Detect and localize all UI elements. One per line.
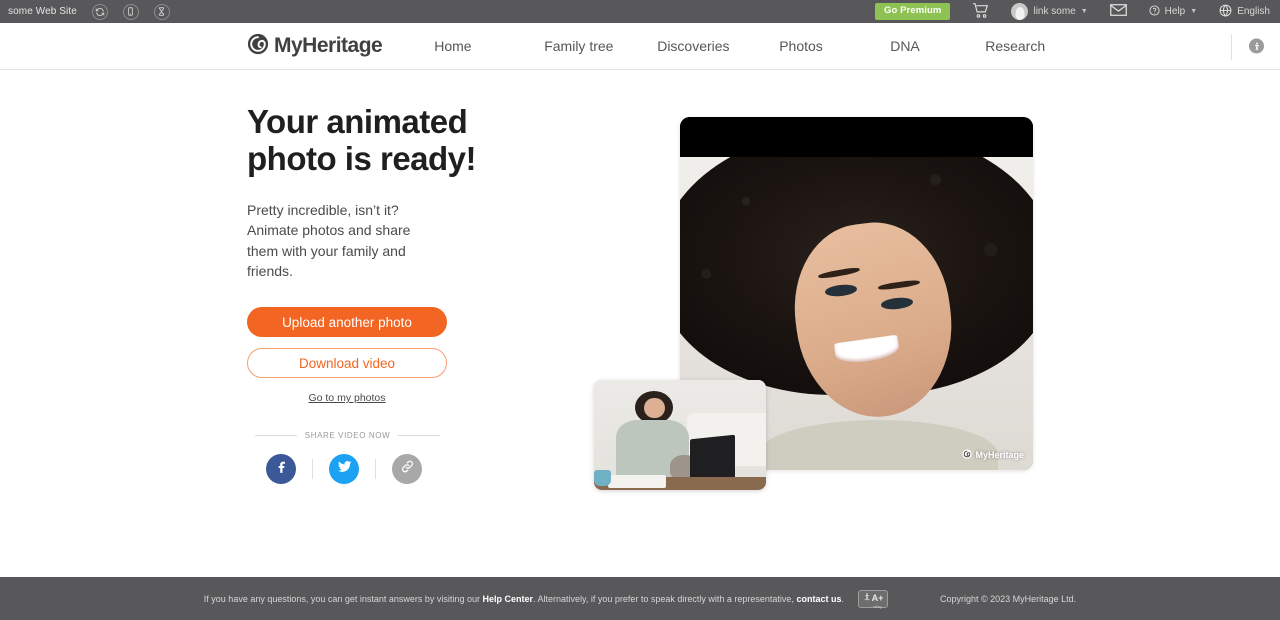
divider-left	[255, 435, 297, 437]
accessibility-person-icon	[863, 590, 871, 608]
myheritage-watermark-icon	[962, 449, 973, 461]
left-column: Your animated photo is ready! Pretty inc…	[247, 103, 477, 485]
video-watermark: MyHeritage	[962, 449, 1024, 461]
help-menu[interactable]: Help ▼	[1149, 4, 1198, 19]
share-divider	[312, 459, 313, 480]
shopping-cart-icon	[972, 2, 989, 21]
browser-utility-bar: some Web Site Go Premium link some ▼ Hel…	[0, 0, 1280, 23]
accessibility-icon[interactable]	[1249, 38, 1264, 54]
video-letterbox-bar	[680, 117, 1033, 157]
nav-divider	[1231, 34, 1232, 60]
main-content: Your animated photo is ready! Pretty inc…	[0, 70, 1280, 577]
language-label: English	[1237, 6, 1270, 17]
nav-links: Home Family tree Discoveries Photos DNA …	[434, 38, 1045, 54]
nav-link-dna[interactable]: DNA	[890, 38, 985, 54]
help-center-link[interactable]: Help Center	[482, 594, 533, 604]
badge-sublabel: rating	[873, 604, 882, 609]
watermark-label: MyHeritage	[975, 450, 1024, 460]
shopping-cart-button[interactable]	[972, 2, 989, 21]
share-section-header: SHARE VIDEO NOW	[255, 431, 441, 441]
thumbnail-notebook	[607, 474, 667, 488]
go-to-my-photos-link[interactable]: Go to my photos	[247, 392, 447, 404]
download-video-button[interactable]: Download video	[247, 348, 447, 379]
device-icon[interactable]	[122, 3, 139, 20]
thumbnail-illustration	[594, 380, 766, 490]
share-divider	[375, 459, 376, 480]
brand-name: MyHeritage	[274, 34, 383, 57]
headline-line-2: photo is ready!	[247, 139, 477, 177]
badge-plus: +	[878, 592, 884, 603]
copyright-text: Copyright © 2023 MyHeritage Ltd.	[939, 593, 1077, 604]
envelope-icon	[1109, 4, 1127, 19]
headline-line-1: Your animated	[247, 103, 468, 140]
nav-link-home[interactable]: Home	[434, 38, 544, 54]
question-circle-icon	[1149, 4, 1160, 19]
copy-link-button[interactable]	[392, 454, 422, 485]
source-photo-thumbnail[interactable]	[594, 380, 766, 490]
help-label: Help	[1164, 6, 1186, 17]
subcopy-text: Pretty incredible, isn’t it? Animate pho…	[247, 201, 411, 279]
facebook-icon	[273, 458, 290, 480]
refresh-icon[interactable]	[91, 3, 108, 20]
link-icon	[400, 459, 415, 479]
language-menu[interactable]: English	[1219, 4, 1270, 20]
twitter-share-button[interactable]	[329, 454, 359, 485]
share-buttons-row	[266, 454, 477, 485]
page-footer: If you have any questions, you can get i…	[0, 577, 1280, 620]
globe-icon	[1219, 4, 1232, 20]
chevron-down-icon: ▼	[1080, 8, 1088, 15]
nav-link-photos[interactable]: Photos	[779, 38, 890, 54]
topbar-right-group: Go Premium link some ▼ Help ▼ English	[874, 2, 1280, 21]
go-premium-button[interactable]: Go Premium	[874, 3, 951, 20]
rating-grade: A+ rating	[872, 588, 884, 609]
main-navigation-bar: MyHeritage Home Family tree Discoveries …	[0, 23, 1280, 70]
thumbnail-person-face	[643, 397, 665, 419]
thumbnail-cup	[594, 470, 612, 486]
page-title: Your animated photo is ready!	[247, 103, 477, 178]
portrait-hair-texture	[680, 157, 1033, 395]
nav-link-research[interactable]: Research	[985, 38, 1045, 54]
divider-right	[398, 435, 441, 437]
share-label: SHARE VIDEO NOW	[304, 431, 391, 441]
nav-link-family-tree[interactable]: Family tree	[544, 38, 657, 54]
site-label: some Web Site	[8, 6, 77, 17]
footer-text-middle: . Alternatively, if you prefer to speak …	[532, 593, 797, 604]
user-name-label: link some	[1033, 6, 1076, 17]
topbar-left-group: some Web Site	[0, 3, 170, 20]
twitter-icon	[336, 458, 353, 480]
footer-text-after: .	[841, 593, 844, 604]
avatar	[1011, 3, 1029, 20]
footer-support-text: If you have any questions, you can get i…	[204, 594, 844, 604]
footer-text-before: If you have any questions, you can get i…	[203, 593, 483, 604]
inbox-button[interactable]	[1109, 4, 1127, 19]
user-menu[interactable]: link some ▼	[1011, 3, 1088, 20]
hourglass-icon[interactable]	[153, 3, 170, 20]
myheritage-logo[interactable]: MyHeritage	[247, 33, 383, 60]
facebook-share-button[interactable]	[266, 454, 296, 485]
myheritage-logo-icon	[247, 33, 269, 60]
nav-link-discoveries[interactable]: Discoveries	[657, 38, 779, 54]
chevron-down-icon: ▼	[1190, 8, 1198, 15]
upload-another-photo-button[interactable]: Upload another photo	[247, 307, 447, 338]
accessibility-rating-badge[interactable]: A+ rating	[857, 588, 888, 609]
contact-us-link[interactable]: contact us	[796, 594, 841, 604]
